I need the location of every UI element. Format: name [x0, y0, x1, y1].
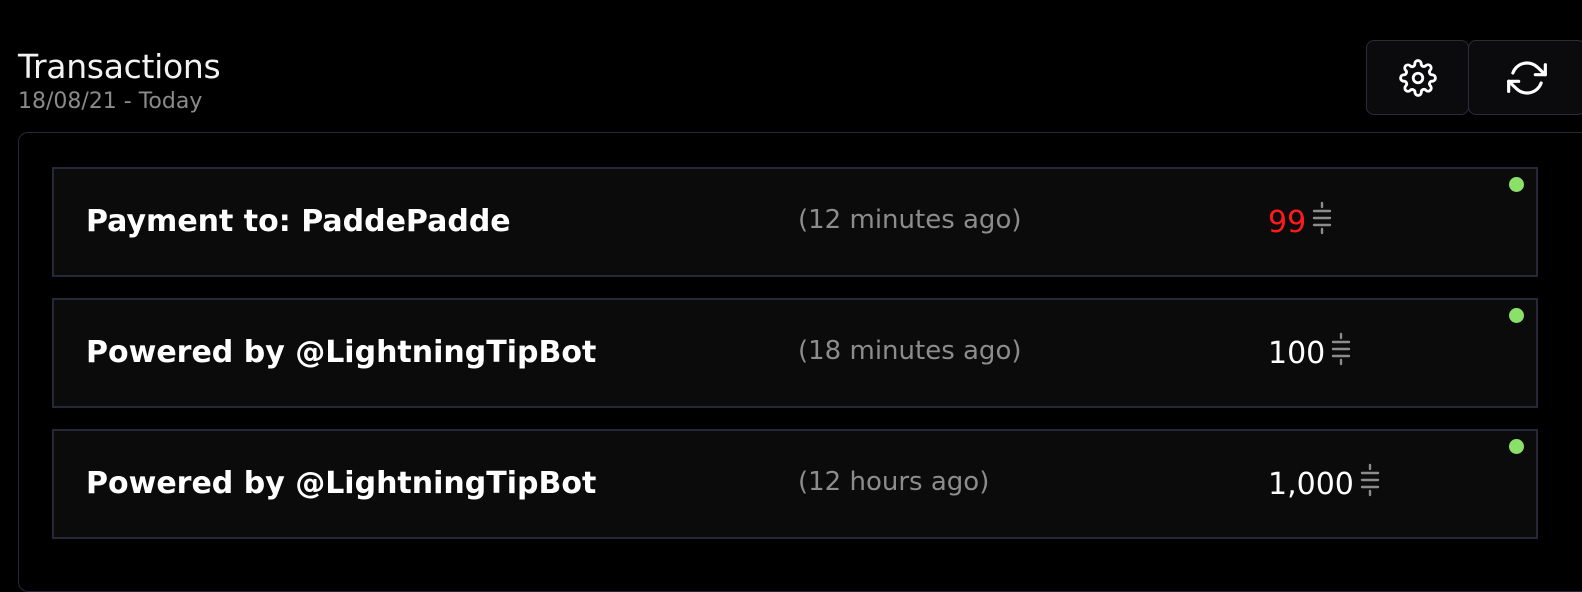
- status-indicator: [1509, 177, 1524, 192]
- satoshi-icon: [1331, 332, 1351, 374]
- transaction-description: Payment to: PaddePadde: [86, 204, 511, 239]
- refresh-button[interactable]: [1468, 40, 1582, 115]
- page-title: Transactions: [18, 47, 221, 86]
- satoshi-icon: [1312, 201, 1332, 243]
- status-indicator: [1509, 308, 1524, 323]
- transaction-amount: 99: [1268, 169, 1332, 275]
- amount-value: 100: [1268, 335, 1326, 371]
- transaction-list: Payment to: PaddePadde (12 minutes ago) …: [52, 167, 1538, 560]
- refresh-icon: [1507, 58, 1547, 98]
- status-indicator: [1509, 439, 1524, 454]
- transaction-row[interactable]: Payment to: PaddePadde (12 minutes ago) …: [52, 167, 1538, 277]
- transaction-amount: 100: [1268, 300, 1351, 406]
- transaction-description: Powered by @LightningTipBot: [86, 466, 597, 501]
- amount-value: 1,000: [1268, 466, 1354, 502]
- transaction-time: (12 hours ago): [798, 467, 990, 497]
- transaction-time: (18 minutes ago): [798, 336, 1022, 366]
- gear-icon: [1398, 58, 1437, 97]
- transaction-time: (12 minutes ago): [798, 205, 1022, 235]
- date-range: 18/08/21 - Today: [18, 89, 203, 114]
- satoshi-icon: [1360, 463, 1380, 505]
- transaction-description: Powered by @LightningTipBot: [86, 335, 597, 370]
- transaction-row[interactable]: Powered by @LightningTipBot (12 hours ag…: [52, 429, 1538, 539]
- settings-button[interactable]: [1366, 40, 1469, 115]
- amount-value: 99: [1268, 204, 1307, 240]
- transactions-header: Transactions 18/08/21 - Today: [18, 47, 221, 116]
- transaction-amount: 1,000: [1268, 431, 1380, 537]
- toolbar: [1366, 40, 1582, 115]
- transaction-row[interactable]: Powered by @LightningTipBot (18 minutes …: [52, 298, 1538, 408]
